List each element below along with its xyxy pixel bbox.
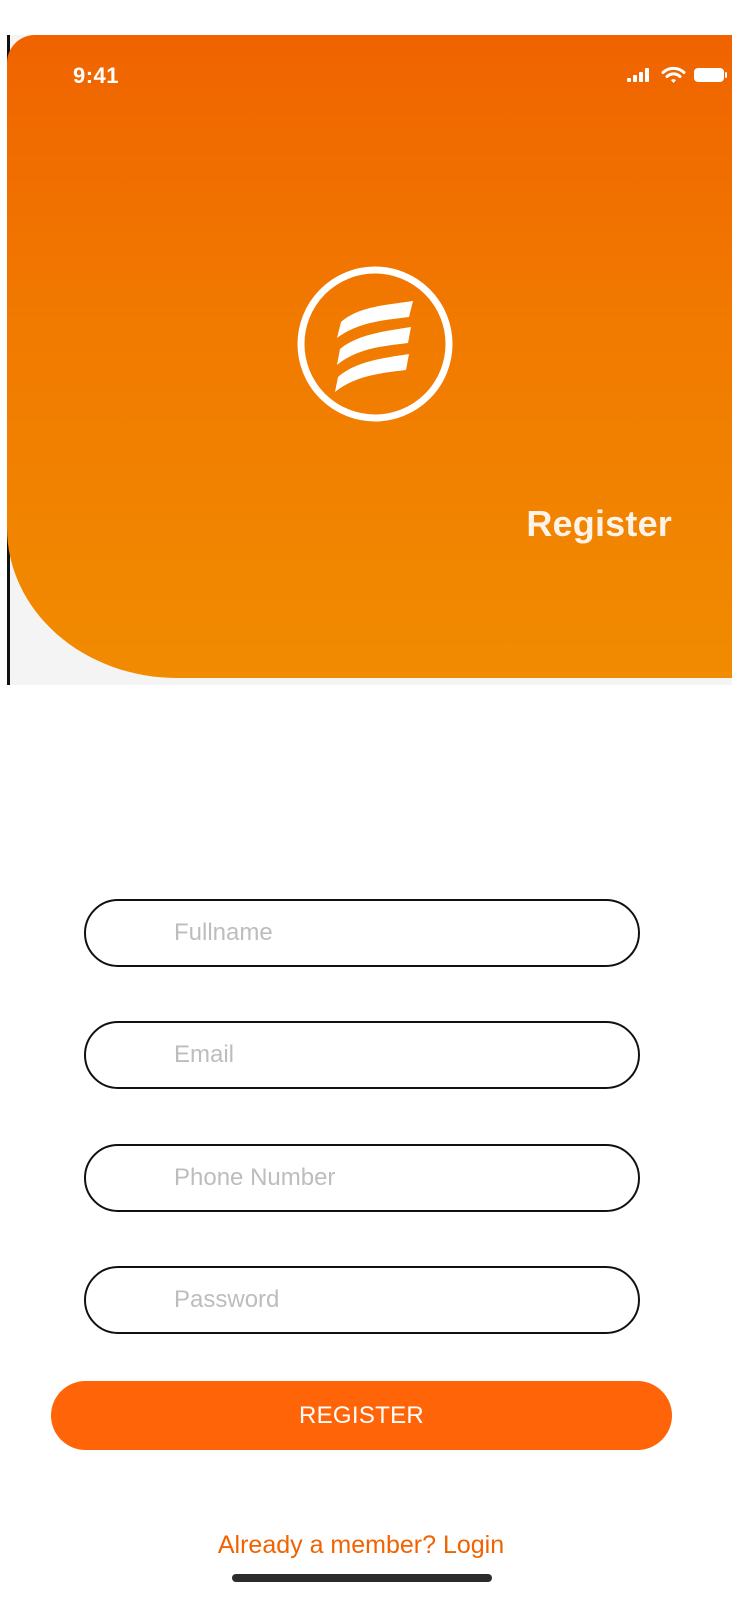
stacked-stripes-logo-icon <box>297 266 453 422</box>
register-button[interactable]: REGISTER <box>51 1381 672 1450</box>
wifi-icon <box>661 66 686 83</box>
status-time: 9:41 <box>73 63 120 88</box>
fullname-field[interactable] <box>84 899 640 967</box>
status-icons <box>627 66 727 84</box>
page-title: Register <box>526 503 672 544</box>
email-input[interactable] <box>86 1023 638 1087</box>
phone-number-input[interactable] <box>86 1146 638 1210</box>
phone-number-field[interactable] <box>84 1144 640 1212</box>
login-link[interactable]: Already a member? Login <box>0 1531 722 1560</box>
orange-header-background: 9:41 Register <box>7 35 732 678</box>
signal-icon <box>627 68 653 82</box>
fullname-input[interactable] <box>86 901 638 965</box>
password-input[interactable] <box>86 1268 638 1332</box>
battery-icon <box>694 68 727 82</box>
password-field[interactable] <box>84 1266 640 1334</box>
home-indicator <box>232 1574 492 1582</box>
header-panel: 9:41 Register <box>7 35 732 685</box>
email-field[interactable] <box>84 1021 640 1089</box>
